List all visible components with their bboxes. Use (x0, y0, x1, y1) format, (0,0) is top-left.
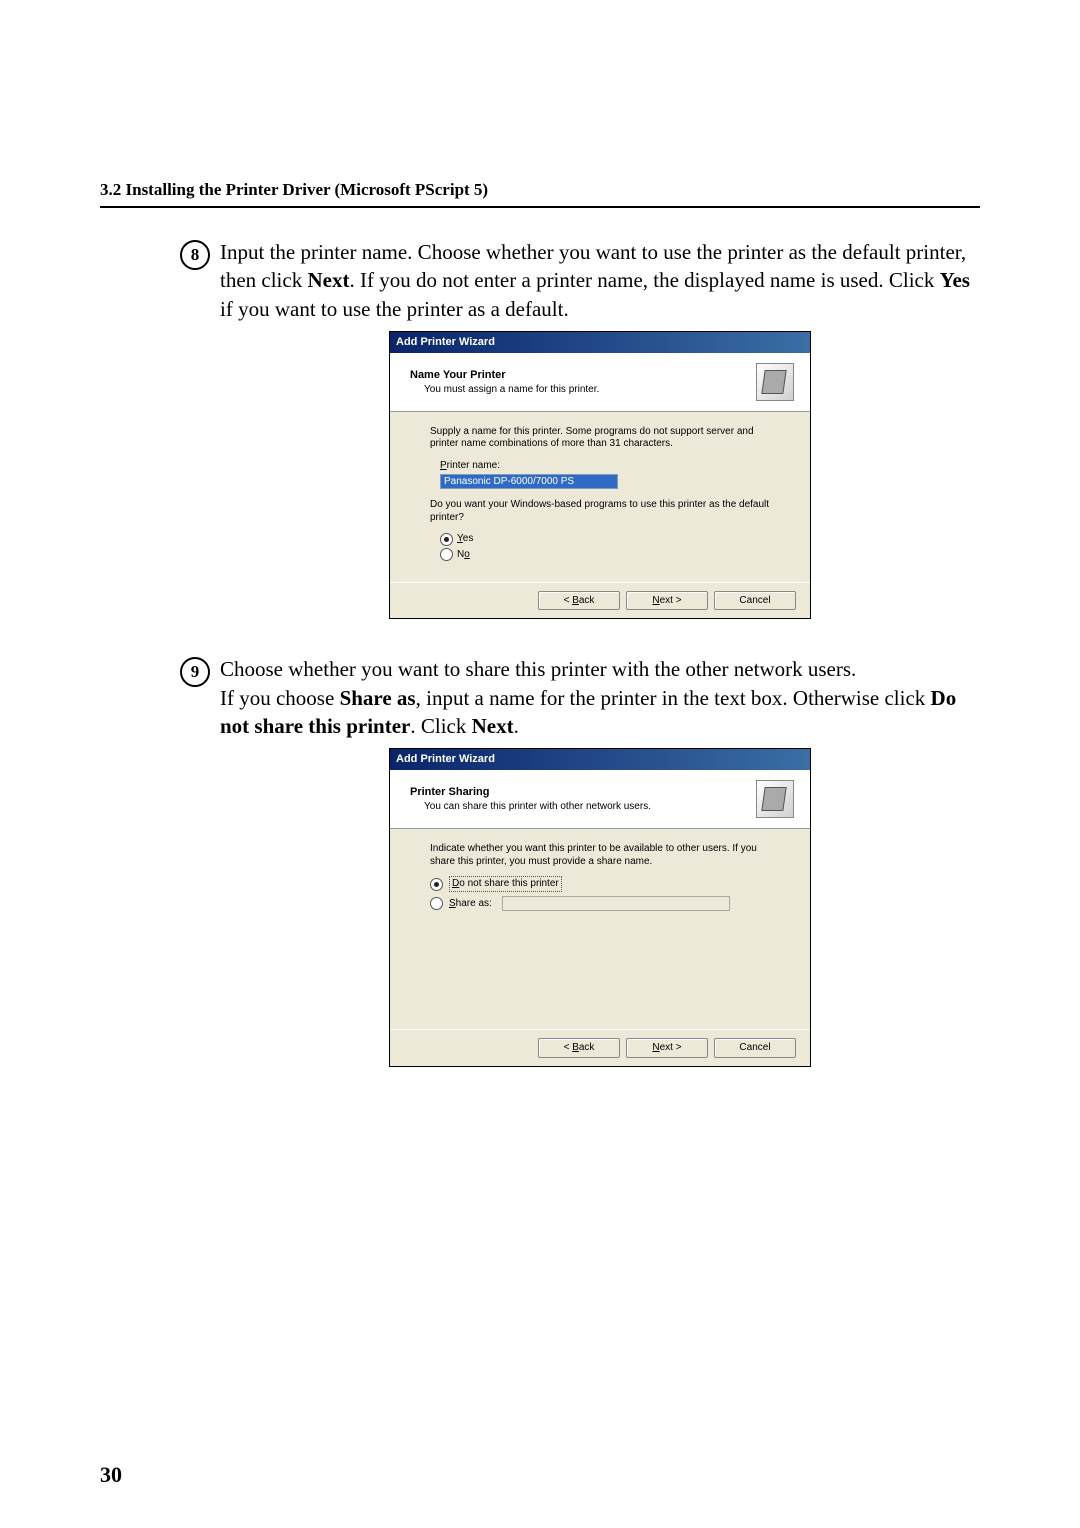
step-8: 8 Input the printer name. Choose whether… (100, 238, 980, 637)
radio-yes-label: Yes (457, 532, 473, 546)
wizard-description: Indicate whether you want this printer t… (430, 843, 770, 868)
default-printer-question: Do you want your Windows-based programs … (430, 499, 770, 524)
next-button[interactable]: Next > (626, 591, 708, 611)
wizard-header-text: Printer Sharing You can share this print… (410, 785, 756, 813)
wizard-titlebar: Add Printer Wizard (390, 749, 810, 770)
radio-do-not-share-label: Do not share this printer (449, 876, 562, 892)
wizard-header-title: Name Your Printer (410, 368, 756, 383)
step-9-line1: Choose whether you want to share this pr… (220, 655, 980, 683)
printer-icon (756, 363, 794, 401)
wizard-footer: < Back Next > Cancel (390, 582, 810, 619)
page-number: 30 (100, 1462, 122, 1488)
wizard-body: Indicate whether you want this printer t… (390, 829, 810, 1029)
wizard-header-text: Name Your Printer You must assign a name… (410, 368, 756, 396)
radio-do-not-share[interactable] (430, 878, 443, 891)
radio-yes-row[interactable]: Yes (440, 532, 770, 546)
bold-share-as: Share as (340, 686, 416, 710)
wizard-titlebar: Add Printer Wizard (390, 332, 810, 353)
text: . Click (410, 714, 471, 738)
cancel-button[interactable]: Cancel (714, 591, 796, 611)
printer-name-input[interactable] (440, 474, 618, 489)
share-name-input (502, 896, 730, 911)
radio-no[interactable] (440, 548, 453, 561)
step-9-line2: If you choose Share as, input a name for… (220, 684, 980, 741)
text: . If you do not enter a printer name, th… (349, 268, 939, 292)
radio-share-as-label: Share as: (449, 897, 492, 911)
wizard-footer: < Back Next > Cancel (390, 1029, 810, 1066)
wizard-printer-sharing: Add Printer Wizard Printer Sharing You c… (389, 748, 811, 1066)
wizard-body: Supply a name for this printer. Some pro… (390, 412, 810, 582)
section-header: 3.2 Installing the Printer Driver (Micro… (100, 180, 980, 208)
text: . (514, 714, 519, 738)
step-8-badge: 8 (180, 240, 210, 270)
step-number-container: 9 (170, 655, 220, 1084)
bold-yes: Yes (940, 268, 970, 292)
back-button[interactable]: < Back (538, 1038, 620, 1058)
printer-icon (756, 780, 794, 818)
step-9: 9 Choose whether you want to share this … (100, 655, 980, 1084)
step-9-text: Choose whether you want to share this pr… (220, 655, 980, 1084)
printer-name-label: Printer name: (440, 459, 770, 473)
radio-do-not-share-row[interactable]: Do not share this printer (430, 876, 770, 892)
radio-yes[interactable] (440, 533, 453, 546)
wizard-description: Supply a name for this printer. Some pro… (430, 426, 770, 451)
wizard-header-subtitle: You can share this printer with other ne… (424, 800, 756, 814)
radio-no-row[interactable]: No (440, 548, 770, 562)
wizard-header: Name Your Printer You must assign a name… (390, 353, 810, 412)
radio-share-as-row[interactable]: Share as: (430, 896, 770, 911)
wizard-header-title: Printer Sharing (410, 785, 756, 800)
next-button[interactable]: Next > (626, 1038, 708, 1058)
text: , input a name for the printer in the te… (416, 686, 931, 710)
radio-no-label: No (457, 548, 470, 562)
text: If you choose (220, 686, 340, 710)
wizard-header: Printer Sharing You can share this print… (390, 770, 810, 829)
bold-next: Next (472, 714, 514, 738)
cancel-button[interactable]: Cancel (714, 1038, 796, 1058)
bold-next: Next (307, 268, 349, 292)
back-button[interactable]: < Back (538, 591, 620, 611)
step-8-text: Input the printer name. Choose whether y… (220, 238, 980, 637)
step-9-badge: 9 (180, 657, 210, 687)
text: if you want to use the printer as a defa… (220, 297, 569, 321)
wizard-name-printer: Add Printer Wizard Name Your Printer You… (389, 331, 811, 619)
radio-share-as[interactable] (430, 897, 443, 910)
step-number-container: 8 (170, 238, 220, 637)
wizard-header-subtitle: You must assign a name for this printer. (424, 383, 756, 397)
